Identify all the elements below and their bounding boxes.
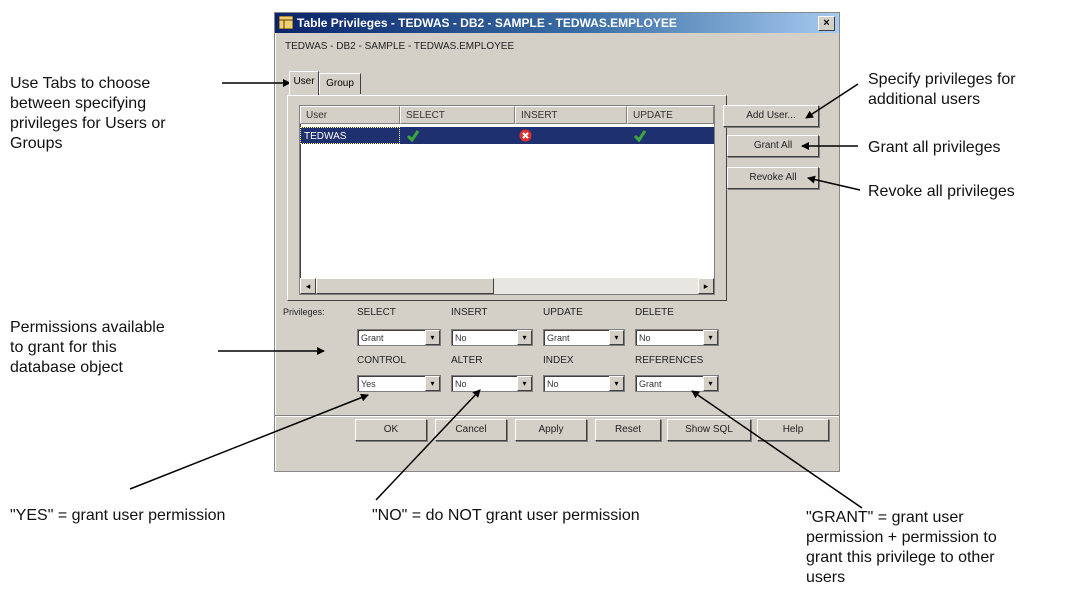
privilege-label-insert: INSERT <box>451 307 488 318</box>
grant-all-button[interactable]: Grant All <box>727 135 819 157</box>
apply-button[interactable]: Apply <box>515 419 587 441</box>
privilege-label-references: REFERENCES <box>635 355 704 366</box>
table-privileges-dialog: Table Privileges - TEDWAS - DB2 - SAMPLE… <box>274 12 840 472</box>
grid-header: User SELECT INSERT UPDATE <box>300 106 714 125</box>
privilege-label-delete: DELETE <box>635 307 674 318</box>
chevron-down-icon[interactable]: ▾ <box>425 376 440 391</box>
cell-user[interactable]: TEDWAS <box>300 127 400 144</box>
dropdown-value: No <box>547 379 559 389</box>
reset-button[interactable]: Reset <box>595 419 661 441</box>
revoke-all-annotation: Revoke all privileges <box>868 183 1015 200</box>
dropdown-value: No <box>455 379 467 389</box>
dialog-title: Table Privileges - TEDWAS - DB2 - SAMPLE… <box>297 16 677 30</box>
dropdown-value: No <box>455 333 467 343</box>
table-icon <box>279 16 293 29</box>
tab-user[interactable]: User <box>289 71 319 95</box>
cancel-button[interactable]: Cancel <box>435 419 507 441</box>
column-header-select[interactable]: SELECT <box>400 106 515 124</box>
chevron-down-icon[interactable]: ▾ <box>703 330 718 345</box>
annotation-line: Specify privileges for <box>868 71 1016 88</box>
annotation-line: "GRANT" = grant user <box>806 509 964 526</box>
grant-annotation: "GRANT" = grant user permission + permis… <box>806 508 997 588</box>
privilege-label-control: CONTROL <box>357 355 406 366</box>
privilege-label-update: UPDATE <box>543 307 583 318</box>
annotation-line: Permissions available <box>10 319 165 336</box>
dropdown-value: Yes <box>361 379 376 389</box>
privilege-label-select: SELECT <box>357 307 396 318</box>
chevron-down-icon[interactable]: ▾ <box>425 330 440 345</box>
alter-privilege-dropdown[interactable]: No ▾ <box>451 375 533 392</box>
granted-check-icon <box>633 130 647 143</box>
annotation-line: Use Tabs to choose <box>10 75 151 92</box>
annotation-line: privileges for Users or <box>10 115 166 132</box>
dropdown-value: Grant <box>361 333 384 343</box>
dropdown-value: No <box>639 333 651 343</box>
dropdown-value: Grant <box>639 379 662 389</box>
permissions-annotation: Permissions available to grant for this … <box>10 318 165 378</box>
index-privilege-dropdown[interactable]: No ▾ <box>543 375 625 392</box>
cell-select[interactable] <box>400 127 515 144</box>
show-sql-button[interactable]: Show SQL <box>667 419 751 441</box>
column-header-insert[interactable]: INSERT <box>515 106 627 124</box>
chevron-down-icon[interactable]: ▾ <box>609 376 624 391</box>
chevron-down-icon[interactable]: ▾ <box>517 376 532 391</box>
horizontal-scrollbar[interactable]: ◂ ▸ <box>300 278 714 294</box>
cell-update[interactable] <box>627 127 714 144</box>
annotation-line: additional users <box>868 91 981 108</box>
privileges-label: Privileges: <box>283 307 325 317</box>
insert-privilege-dropdown[interactable]: No ▾ <box>451 329 533 346</box>
divider <box>275 415 839 417</box>
object-path: TEDWAS - DB2 - SAMPLE - TEDWAS.EMPLOYEE <box>285 41 515 52</box>
table-row[interactable]: TEDWAS <box>300 127 714 144</box>
add-user-annotation: Specify privileges for additional users <box>868 70 1016 110</box>
scroll-left-button[interactable]: ◂ <box>300 278 316 294</box>
references-privilege-dropdown[interactable]: Grant ▾ <box>635 375 719 392</box>
delete-privilege-dropdown[interactable]: No ▾ <box>635 329 719 346</box>
annotation-line: database object <box>10 359 123 376</box>
column-header-user[interactable]: User <box>300 106 400 124</box>
annotation-line: to grant for this <box>10 339 117 356</box>
annotation-line: Groups <box>10 135 63 152</box>
chevron-down-icon[interactable]: ▾ <box>517 330 532 345</box>
yes-annotation: "YES" = grant user permission <box>10 507 226 524</box>
scroll-thumb[interactable] <box>316 278 494 294</box>
privilege-label-index: INDEX <box>543 355 574 366</box>
control-privilege-dropdown[interactable]: Yes ▾ <box>357 375 441 392</box>
column-header-update[interactable]: UPDATE <box>627 106 714 124</box>
chevron-down-icon[interactable]: ▾ <box>609 330 624 345</box>
granted-check-icon <box>406 130 420 143</box>
annotation-line: users <box>806 569 846 586</box>
annotation-line: permission + permission to <box>806 529 997 546</box>
annotation-line: grant this privilege to other <box>806 549 995 566</box>
tabs-annotation: Use Tabs to choose between specifying pr… <box>10 74 166 154</box>
scroll-right-button[interactable]: ▸ <box>698 278 714 294</box>
privileges-grid[interactable]: User SELECT INSERT UPDATE TEDWAS ◂ ▸ <box>299 105 715 295</box>
dialog-titlebar[interactable]: Table Privileges - TEDWAS - DB2 - SAMPLE… <box>275 13 839 33</box>
dropdown-value: Grant <box>547 333 570 343</box>
chevron-down-icon[interactable]: ▾ <box>703 376 718 391</box>
tab-group[interactable]: Group <box>319 73 361 94</box>
ok-button[interactable]: OK <box>355 419 427 441</box>
close-button[interactable]: × <box>818 16 835 31</box>
update-privilege-dropdown[interactable]: Grant ▾ <box>543 329 625 346</box>
no-annotation: "NO" = do NOT grant user permission <box>372 507 640 524</box>
grant-all-annotation: Grant all privileges <box>868 139 1001 156</box>
revoke-all-button[interactable]: Revoke All <box>727 167 819 189</box>
select-privilege-dropdown[interactable]: Grant ▾ <box>357 329 441 346</box>
add-user-button[interactable]: Add User... <box>723 105 819 127</box>
denied-x-icon <box>519 129 532 142</box>
privilege-label-alter: ALTER <box>451 355 483 366</box>
annotation-line: between specifying <box>10 95 147 112</box>
help-button[interactable]: Help <box>757 419 829 441</box>
cell-insert[interactable] <box>515 127 627 144</box>
